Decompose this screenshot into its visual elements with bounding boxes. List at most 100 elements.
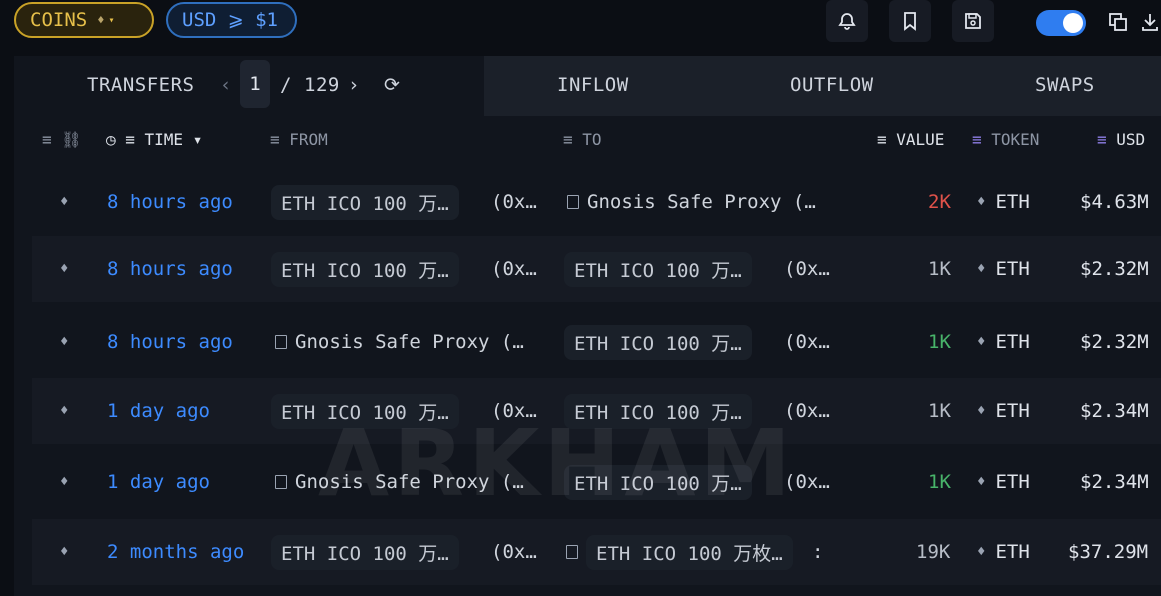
usd-header-label: USD [1116,129,1146,149]
to-address[interactable]: : [812,519,823,585]
table-row[interactable]: ♦ 2 months ago ETH ICO 100 万… (0x… ETH I… [32,519,1161,585]
contract-icon [275,335,287,349]
value: 19K [916,541,951,563]
next-page-icon[interactable]: › [348,74,360,96]
download-button[interactable] [1138,10,1161,34]
time-link[interactable]: 8 hours ago [107,169,233,235]
filter-icon: ≡ [972,129,992,149]
time-header-label: TIME [144,129,184,149]
page-separator: / [280,74,292,96]
to-header[interactable]: ≡ TO [563,126,602,152]
chevron-down-icon: ▾ [108,14,115,26]
eth-icon: ♦ [977,544,986,560]
token[interactable]: ETH [995,400,1029,422]
copy-icon [1109,13,1127,31]
eth-icon: ♦ [60,261,69,277]
bookmark-button[interactable] [889,0,931,42]
time-link[interactable]: 2 months ago [107,519,244,585]
value-header-label: VALUE [896,129,945,149]
value: 2K [928,191,951,213]
tab-outflow[interactable]: OUTFLOW [790,74,874,96]
filter-icon: ≡ [125,129,145,149]
from-address[interactable]: (0x… [491,169,537,235]
token[interactable]: ETH [995,471,1029,493]
tab-swaps[interactable]: SWAPS [1035,74,1095,96]
time-link[interactable]: 8 hours ago [107,236,233,302]
eth-icon: ♦ [60,194,69,210]
to-address[interactable]: (0x… [784,309,830,375]
tab-bar: TRANSFERS ‹ 1 / 129 › ⟳ INFLOW OUTFLOW S… [14,56,1161,116]
usd-value: $2.32M [1080,331,1149,353]
copy-button[interactable] [1106,10,1130,34]
sort-down-icon: ▾ [183,129,203,149]
time-link[interactable]: 8 hours ago [107,309,233,375]
save-icon [965,13,981,29]
view-toggle[interactable] [1036,10,1086,36]
token[interactable]: ETH [995,258,1029,280]
eth-icon: ♦ [60,334,69,350]
filter-link-icon[interactable]: ≡ ⛓ [42,126,82,152]
from-entity-chip[interactable]: ETH ICO 100 万… [271,534,459,570]
to-entity-chip[interactable]: ETH ICO 100 万… [564,251,752,287]
value: 1K [928,258,951,280]
token[interactable]: ETH [995,541,1029,563]
eth-icon: ♦ [60,474,69,490]
usd-filter-label: USD ⩾ $1 [182,9,278,31]
eth-icon: ♦ [60,403,69,419]
from-entity-chip[interactable]: ETH ICO 100 万… [271,184,459,220]
prev-page-icon[interactable]: ‹ [220,74,232,96]
eth-icon: ♦ [977,474,986,490]
to-address[interactable]: (0x… [784,236,830,302]
from-header[interactable]: ≡ FROM [270,126,328,152]
download-icon [1142,14,1158,31]
table-row[interactable]: ♦ 8 hours ago Gnosis Safe Proxy (… ETH I… [14,309,1161,375]
to-entity[interactable]: Gnosis Safe Proxy (… [587,191,816,213]
tab-transfers[interactable]: TRANSFERS ‹ 1 / 129 › ⟳ [14,56,484,116]
alert-button[interactable] [826,0,868,42]
eth-icon: ♦ [977,403,986,419]
to-entity-chip[interactable]: ETH ICO 100 万… [564,324,752,360]
toggle-knob [1063,13,1083,33]
value-header[interactable]: ≡ VALUE [877,126,944,152]
tab-group: INFLOW OUTFLOW SWAPS [484,56,1161,116]
page-number-input[interactable]: 1 [240,60,270,108]
token-header[interactable]: ≡ TOKEN [972,126,1039,152]
time-link[interactable]: 1 day ago [107,378,210,444]
filter-icon: ≡ [563,129,583,149]
usd-filter-button[interactable]: USD ⩾ $1 [166,2,297,38]
eth-icon: ♦ [977,194,986,210]
token[interactable]: ETH [995,331,1029,353]
contract-icon [567,195,579,209]
page-total: 129 [304,74,340,96]
filter-icon: ≡ [1097,129,1117,149]
tab-inflow[interactable]: INFLOW [557,74,629,96]
eth-icon: ♦ [977,261,986,277]
refresh-icon[interactable]: ⟳ [384,74,400,96]
to-entity-chip[interactable]: ETH ICO 100 万枚… [586,534,793,570]
usd-header[interactable]: ≡ USD [1097,126,1145,152]
tab-transfers-label: TRANSFERS [87,74,195,96]
filter-icon: ≡ [270,129,290,149]
coins-filter-button[interactable]: COINS ♦ ▾ [14,2,154,38]
from-address[interactable]: (0x… [491,519,537,585]
clock-icon: ◷ [106,129,126,149]
to-header-label: TO [582,129,602,149]
value: 1K [928,331,951,353]
usd-value: $37.29M [1068,541,1149,563]
token[interactable]: ETH [995,191,1029,213]
eth-icon: ♦ [97,13,105,27]
arkham-watermark: ARKHAM [318,410,796,517]
table-row[interactable]: ♦ 8 hours ago ETH ICO 100 万… (0x… Gnosis… [14,169,1161,235]
from-entity[interactable]: Gnosis Safe Proxy (… [295,331,524,353]
from-entity-chip[interactable]: ETH ICO 100 万… [271,251,459,287]
value: 1K [928,400,951,422]
usd-value: $2.34M [1080,400,1149,422]
from-address[interactable]: (0x… [491,236,537,302]
eth-icon: ♦ [60,544,69,560]
time-header[interactable]: ◷ ≡ TIME ▾ [106,126,202,152]
filter-icon: ≡ [877,129,897,149]
table-row[interactable]: ♦ 8 hours ago ETH ICO 100 万… (0x… ETH IC… [32,236,1161,302]
time-link[interactable]: 1 day ago [107,449,210,515]
coins-label: COINS [30,9,88,31]
save-button[interactable] [952,0,994,42]
